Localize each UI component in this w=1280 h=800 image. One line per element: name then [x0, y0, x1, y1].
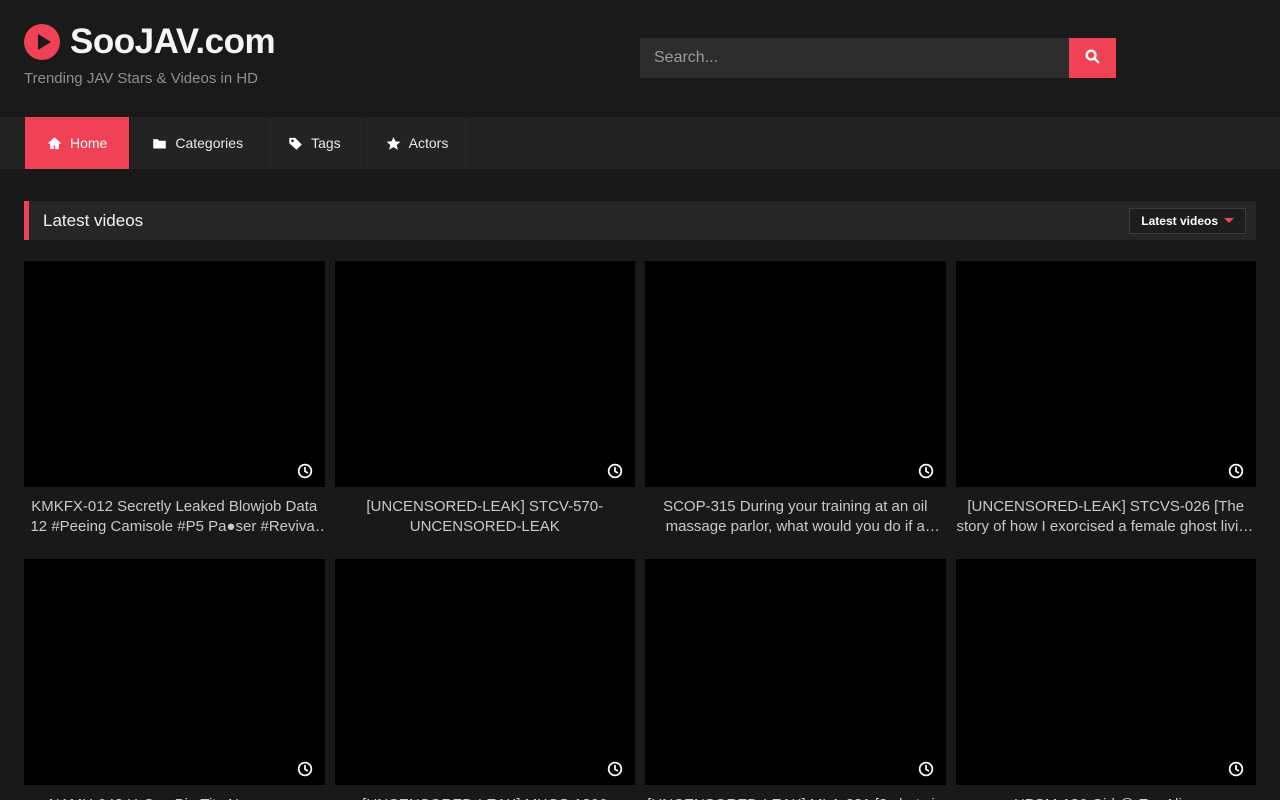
folder-icon	[152, 136, 167, 151]
video-card[interactable]: KMKFX-012 Secretly Leaked Blowjob Data 1…	[24, 261, 325, 537]
video-title: HPSM-186 Girl @ Era Alice	[956, 795, 1257, 800]
main-content: Latest videos Latest videos KMKFX-012 Se…	[0, 169, 1280, 800]
section-title: Latest videos	[43, 211, 143, 231]
clock-icon	[607, 761, 623, 777]
video-title: [UNCENSORED-LEAK] STCVS-026 [The story o…	[956, 497, 1257, 537]
video-thumbnail[interactable]	[956, 261, 1257, 487]
search-input[interactable]	[640, 38, 1069, 78]
video-thumbnail[interactable]	[335, 559, 636, 785]
video-card[interactable]: [UNCENSORED-LEAK] MXGS-1306 Absolutely	[335, 559, 636, 800]
video-card[interactable]: [UNCENSORED-LEAK] STCVS-026 [The story o…	[956, 261, 1257, 537]
tag-icon	[288, 136, 303, 151]
clock-icon	[607, 463, 623, 479]
video-thumbnail[interactable]	[645, 559, 946, 785]
play-logo-icon	[24, 24, 60, 60]
video-thumbnail[interactable]	[24, 559, 325, 785]
search-button[interactable]	[1069, 38, 1116, 78]
video-title: KMKFX-012 Secretly Leaked Blowjob Data 1…	[24, 497, 325, 537]
video-title: [UNCENSORED-LEAK] STCV-570-UNCENSORED-LE…	[335, 497, 636, 537]
star-icon	[386, 136, 401, 151]
site-header: SooJAV.com Trending JAV Stars & Videos i…	[0, 0, 1280, 117]
video-thumbnail[interactable]	[645, 261, 946, 487]
video-thumbnail[interactable]	[956, 559, 1257, 785]
site-logo[interactable]: SooJAV.com Trending JAV Stars & Videos i…	[24, 22, 275, 87]
video-card[interactable]: [UNCENSORED-LEAK] STCV-570-UNCENSORED-LE…	[335, 261, 636, 537]
chevron-down-icon	[1224, 218, 1234, 223]
nav-item-label: Tags	[311, 135, 341, 151]
sort-dropdown[interactable]: Latest videos	[1129, 208, 1246, 234]
clock-icon	[297, 463, 313, 479]
clock-icon	[1228, 463, 1244, 479]
video-thumbnail[interactable]	[24, 261, 325, 487]
home-icon	[47, 136, 62, 151]
clock-icon	[297, 761, 313, 777]
video-card[interactable]: NAMH-042 H-Cup Big Tits Newcomer (170cm …	[24, 559, 325, 800]
nav-item-label: Categories	[175, 135, 243, 151]
nav-item-actors[interactable]: Actors	[364, 117, 472, 169]
sort-dropdown-label: Latest videos	[1141, 214, 1218, 228]
video-grid: KMKFX-012 Secretly Leaked Blowjob Data 1…	[24, 261, 1256, 800]
video-title: [UNCENSORED-LEAK] MLA-231 [3 shots in	[645, 795, 946, 800]
section-header: Latest videos Latest videos	[24, 201, 1256, 240]
nav-item-tags[interactable]: Tags	[266, 117, 364, 169]
nav-item-home[interactable]: Home	[25, 117, 130, 169]
site-name: SooJAV.com	[70, 22, 275, 62]
search-form	[640, 38, 1116, 78]
site-tagline: Trending JAV Stars & Videos in HD	[24, 70, 275, 87]
clock-icon	[918, 761, 934, 777]
clock-icon	[918, 463, 934, 479]
video-title: NAMH-042 H-Cup Big Tits Newcomer (170cm …	[24, 795, 325, 800]
nav-item-label: Actors	[409, 135, 449, 151]
video-card[interactable]: HPSM-186 Girl @ Era Alice	[956, 559, 1257, 800]
video-card[interactable]: SCOP-315 During your training at an oil …	[645, 261, 946, 537]
video-card[interactable]: [UNCENSORED-LEAK] MLA-231 [3 shots in	[645, 559, 946, 800]
search-icon	[1084, 48, 1101, 68]
nav-item-label: Home	[70, 135, 107, 151]
video-title: SCOP-315 During your training at an oil …	[645, 497, 946, 537]
video-thumbnail[interactable]	[335, 261, 636, 487]
video-title: [UNCENSORED-LEAK] MXGS-1306 Absolutely	[335, 795, 636, 800]
main-nav: Home Categories Tags Actors	[0, 117, 1280, 169]
nav-item-categories[interactable]: Categories	[130, 117, 266, 169]
clock-icon	[1228, 761, 1244, 777]
